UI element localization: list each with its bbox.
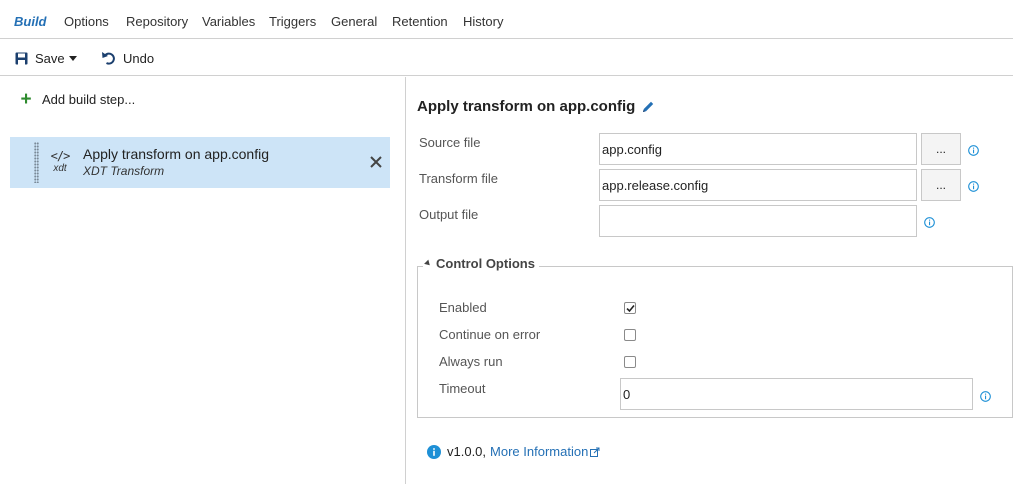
source-file-browse-button[interactable]: ...: [921, 133, 961, 165]
tab-general[interactable]: General: [331, 14, 377, 29]
source-file-input[interactable]: [599, 133, 917, 165]
page-title: Apply transform on app.config: [417, 98, 636, 115]
drag-handle-icon[interactable]: [34, 142, 39, 183]
transform-file-input[interactable]: [599, 169, 917, 201]
tab-history[interactable]: History: [463, 14, 503, 29]
undo-icon: [102, 52, 115, 65]
tab-options[interactable]: Options: [64, 14, 109, 29]
pencil-icon[interactable]: [641, 100, 655, 114]
step-details-title: Apply transform on app.config: [417, 98, 655, 115]
source-file-label: Source file: [419, 135, 481, 150]
save-icon: [15, 52, 28, 64]
continue-on-error-label: Continue on error: [439, 327, 541, 342]
control-options-toggle[interactable]: Control Options: [423, 256, 539, 271]
build-step-item[interactable]: </> xdt Apply transform on app.config XD…: [10, 137, 390, 188]
control-options-group: Control Options Enabled Continue on erro…: [417, 256, 1013, 418]
enabled-checkbox[interactable]: [624, 302, 636, 314]
step-icon-tag: xdt: [53, 163, 67, 174]
continue-on-error-checkbox[interactable]: [624, 329, 636, 341]
always-run-checkbox[interactable]: [624, 356, 636, 368]
task-version-info: v1.0.0, More Information: [427, 444, 600, 459]
timeout-label: Timeout: [439, 381, 486, 396]
more-information-label: More Information: [490, 444, 589, 459]
tab-variables[interactable]: Variables: [202, 14, 255, 29]
info-icon[interactable]: [968, 181, 979, 192]
more-information-link[interactable]: More Information: [490, 444, 600, 459]
step-details-pane: Apply transform on app.config Source fil…: [407, 77, 1019, 484]
checkmark-icon: [626, 304, 635, 313]
always-run-label: Always run: [439, 354, 503, 369]
timeout-input[interactable]: [620, 378, 973, 410]
enabled-label: Enabled: [439, 300, 487, 315]
collapse-triangle-icon: [424, 259, 432, 268]
tab-bar: Build Options Repository Variables Trigg…: [0, 0, 1013, 39]
output-file-input[interactable]: [599, 205, 917, 237]
tab-repository[interactable]: Repository: [126, 14, 188, 29]
add-build-step-label: Add build step...: [42, 92, 136, 107]
control-options-title: Control Options: [436, 256, 535, 271]
save-button[interactable]: Save: [15, 50, 77, 66]
step-subtitle: XDT Transform: [83, 164, 165, 178]
external-link-icon: [590, 447, 600, 457]
plus-icon: +: [20, 88, 32, 110]
undo-label: Undo: [123, 50, 155, 66]
transform-file-label: Transform file: [419, 171, 498, 186]
build-steps-pane: + Add build step... </> xdt Apply transf…: [0, 77, 406, 484]
tab-build[interactable]: Build: [14, 14, 47, 29]
transform-file-browse-button[interactable]: ...: [921, 169, 961, 201]
info-icon[interactable]: [968, 145, 979, 156]
task-version: v1.0.0,: [447, 444, 487, 459]
info-icon[interactable]: [980, 391, 991, 402]
remove-step-icon[interactable]: [368, 154, 384, 170]
step-icon-code: </>: [50, 149, 71, 163]
output-file-label: Output file: [419, 207, 479, 222]
chevron-down-icon: [68, 55, 77, 61]
add-build-step-button[interactable]: + Add build step...: [19, 88, 136, 110]
save-label: Save: [35, 50, 65, 66]
step-title: Apply transform on app.config: [83, 146, 269, 162]
xdt-task-icon: </> xdt: [47, 150, 73, 175]
toolbar: Save Undo: [0, 39, 1013, 76]
info-icon[interactable]: [924, 217, 935, 228]
tab-triggers[interactable]: Triggers: [269, 14, 316, 29]
info-icon: [427, 444, 441, 459]
tab-retention[interactable]: Retention: [392, 14, 448, 29]
undo-button[interactable]: Undo: [101, 50, 154, 66]
